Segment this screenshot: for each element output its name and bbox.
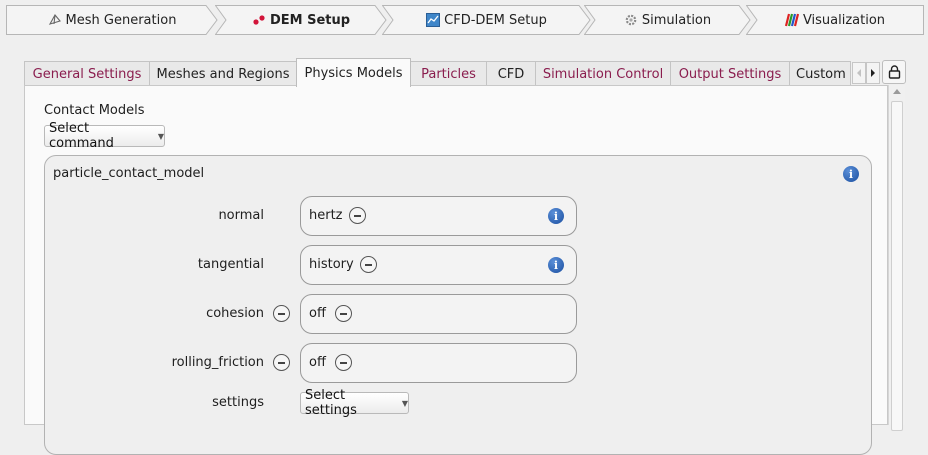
contact-models-label: Contact Models <box>44 103 145 118</box>
row-label-settings: settings <box>212 395 264 410</box>
mesh-icon <box>48 14 61 25</box>
row-label-cohesion: cohesion <box>206 306 264 321</box>
settings-tab-bar: General Settings Meshes and Regions Phys… <box>24 58 904 87</box>
tab-cfd[interactable]: CFD <box>486 61 536 86</box>
tab-output-settings[interactable]: Output Settings <box>670 61 790 86</box>
tab-meshes-and-regions[interactable]: Meshes and Regions <box>149 61 297 86</box>
step-label: Mesh Generation <box>65 12 177 28</box>
scroll-up-icon[interactable] <box>893 89 901 94</box>
step-dem-setup[interactable]: DEM Setup <box>215 5 387 35</box>
combo-value: Select command <box>49 121 114 151</box>
caret-down-icon: ▼ <box>401 398 408 408</box>
tab-label: Physics Models <box>304 65 403 81</box>
remove-tangential-icon[interactable] <box>360 256 377 273</box>
tab-label: General Settings <box>32 66 142 82</box>
row-label-tangential: tangential <box>197 257 264 272</box>
step-label: DEM Setup <box>269 12 351 28</box>
select-settings-combo[interactable]: Select settings ▼ <box>300 388 409 418</box>
particles-icon <box>253 15 265 25</box>
row-label-normal: normal <box>218 208 264 223</box>
vertical-scrollbar[interactable] <box>888 85 905 431</box>
rolling-friction-value[interactable]: off <box>309 355 326 370</box>
tab-scroll-right-button[interactable] <box>866 62 880 84</box>
tab-scroll-left-button[interactable] <box>852 62 866 84</box>
step-label: CFD-DEM Setup <box>444 12 547 28</box>
step-cfd-dem-setup[interactable]: CFD-DEM Setup <box>382 5 591 35</box>
chevron-left-icon <box>857 69 861 77</box>
lock-button[interactable] <box>882 60 906 84</box>
combo-value: Select settings <box>305 388 357 418</box>
row-label-rolling-friction: rolling_friction <box>171 355 264 370</box>
workflow-bar: Mesh Generation DEM Setup CFD-DEM Setup … <box>6 5 924 35</box>
info-icon[interactable]: i <box>843 166 859 182</box>
paraview-icon <box>784 13 799 27</box>
step-label: Simulation <box>641 12 712 28</box>
tab-label: Meshes and Regions <box>156 66 290 82</box>
step-mesh-generation[interactable]: Mesh Generation <box>6 5 218 35</box>
tab-simulation-control[interactable]: Simulation Control <box>535 61 671 86</box>
tab-label: CFD <box>497 66 525 82</box>
chevron-right-icon <box>871 69 875 77</box>
remove-normal-icon[interactable] <box>349 207 366 224</box>
group-title: particle_contact_model <box>53 166 205 181</box>
tab-general-settings[interactable]: General Settings <box>24 61 150 86</box>
step-visualization[interactable]: Visualization <box>746 5 924 35</box>
tab-label: Custom <box>796 66 846 82</box>
tab-custom[interactable]: Custom <box>789 61 851 86</box>
caret-down-icon: ▼ <box>157 131 164 141</box>
gear-icon <box>625 14 637 26</box>
tangential-value[interactable]: history <box>309 257 354 272</box>
tab-particles[interactable]: Particles <box>410 61 487 86</box>
remove-rolling-friction-icon[interactable] <box>273 354 290 371</box>
remove-rolling-friction-value-icon[interactable] <box>335 354 352 371</box>
lock-icon <box>888 65 900 79</box>
tab-label: Simulation Control <box>542 66 664 82</box>
normal-value[interactable]: hertz <box>309 208 343 223</box>
info-icon[interactable]: i <box>548 208 564 224</box>
info-icon[interactable]: i <box>548 257 564 273</box>
cohesion-value[interactable]: off <box>309 306 326 321</box>
tab-physics-models[interactable]: Physics Models <box>296 58 411 87</box>
remove-cohesion-value-icon[interactable] <box>335 305 352 322</box>
select-command-combo[interactable]: Select command ▼ <box>44 121 165 151</box>
step-label: Visualization <box>802 12 886 28</box>
step-simulation[interactable]: Simulation <box>584 5 751 35</box>
tab-label: Output Settings <box>678 66 782 82</box>
tab-label: Particles <box>421 66 476 82</box>
chart-icon <box>426 13 441 27</box>
scrollbar-thumb[interactable] <box>891 101 903 431</box>
remove-cohesion-icon[interactable] <box>273 305 290 322</box>
